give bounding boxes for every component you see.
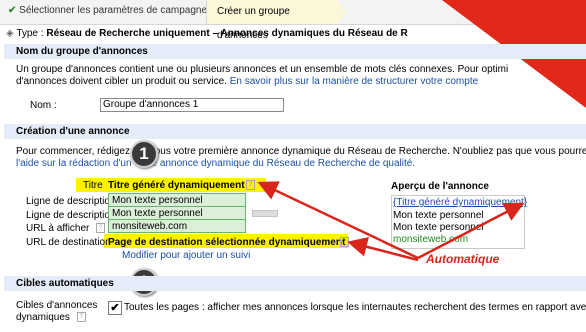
arrow-to-title bbox=[257, 181, 419, 260]
all-pages-checkbox[interactable]: ✔ bbox=[108, 301, 122, 315]
arrow-to-dest-url bbox=[347, 237, 419, 262]
auto-targets-label-line2-text: dynamiques bbox=[16, 312, 70, 323]
step-marker-1: 1 bbox=[130, 140, 158, 168]
arrow-to-preview bbox=[417, 202, 525, 260]
auto-targets-label-line2: dynamiques ? bbox=[16, 312, 86, 323]
all-pages-text: Toutes les pages : afficher mes annonces… bbox=[124, 302, 586, 313]
auto-targets-section-title: Cibles automatiques bbox=[4, 276, 586, 291]
auto-targets-label-line1: Cibles d'annonces bbox=[16, 300, 98, 311]
auto-targets-help-icon[interactable]: ? bbox=[76, 312, 86, 323]
automatique-callout: Automatique bbox=[426, 252, 500, 266]
